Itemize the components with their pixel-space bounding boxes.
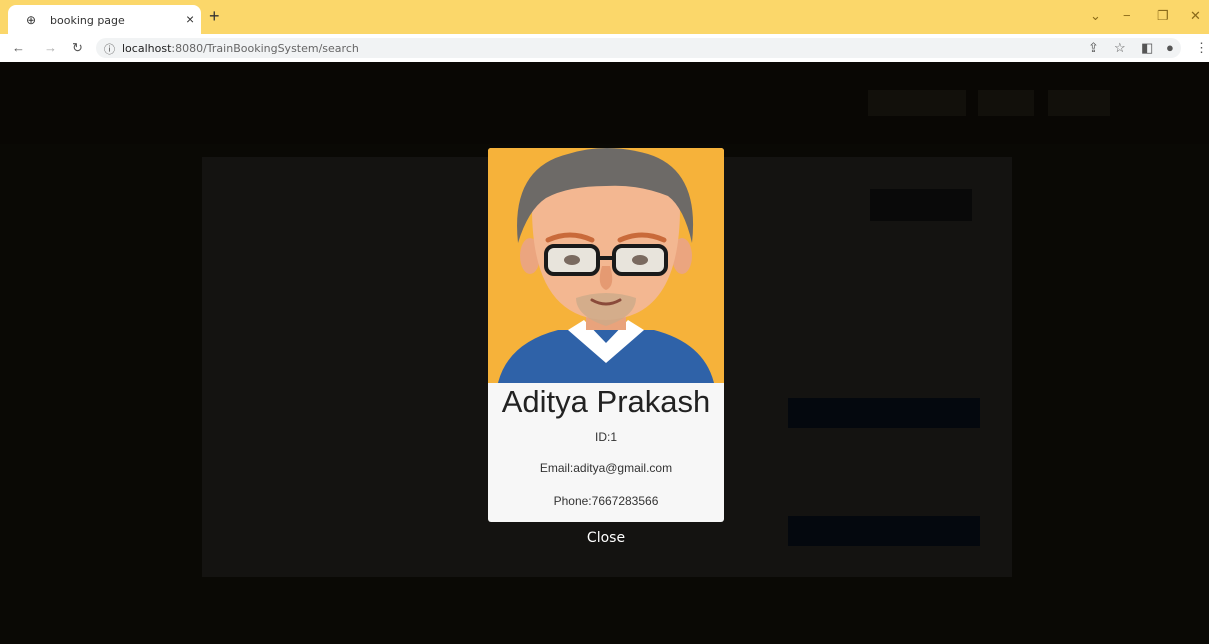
tab-search-icon[interactable]: ⌄: [1090, 8, 1101, 24]
url-path: :8080/TrainBookingSystem/search: [171, 42, 359, 55]
reload-icon[interactable]: ↻: [72, 40, 83, 56]
profile-avatar: [488, 148, 724, 383]
profile-phone: Phone:7667283566: [553, 494, 659, 508]
profile-name: Aditya Prakash: [501, 384, 711, 419]
restore-icon[interactable]: ❐: [1157, 8, 1169, 24]
tab-title: booking page: [50, 14, 125, 27]
profile-id: ID:1: [594, 430, 617, 444]
profile-card: Aditya Prakash ID:1 Email:aditya@gmail.c…: [488, 148, 724, 522]
close-button[interactable]: Close: [570, 530, 642, 546]
back-icon[interactable]: ←: [12, 40, 25, 55]
globe-icon: ⊕: [26, 13, 37, 27]
info-icon[interactable]: ⓘ: [104, 41, 115, 57]
menu-icon[interactable]: ⋮: [1195, 40, 1208, 56]
minimize-icon[interactable]: −: [1123, 8, 1131, 23]
forward-icon[interactable]: →: [44, 40, 57, 55]
profile-email: Email:aditya@gmail.com: [539, 461, 673, 475]
url-field[interactable]: ⓘ localhost:8080/TrainBookingSystem/sear…: [96, 38, 1181, 58]
address-bar-row: ← → ↻ ⓘ localhost:8080/TrainBookingSyste…: [0, 34, 1209, 63]
bookmark-star-icon[interactable]: ☆: [1114, 40, 1126, 56]
url-text: localhost:8080/TrainBookingSystem/search: [122, 42, 359, 55]
browser-tab[interactable]: ⊕ booking page ×: [8, 5, 201, 34]
share-icon[interactable]: ⇪: [1088, 40, 1099, 56]
new-tab-icon[interactable]: +: [209, 6, 220, 26]
tab-close-icon[interactable]: ×: [186, 11, 194, 27]
window-close-icon[interactable]: ✕: [1190, 8, 1201, 24]
browser-tab-bar: ⊕ booking page × + ⌄ − ❐ ✕: [0, 0, 1209, 34]
url-host: localhost: [122, 42, 172, 55]
profile-avatar-icon[interactable]: ●: [1166, 40, 1174, 55]
avatar-illustration: [488, 148, 724, 383]
side-panel-icon[interactable]: ◧: [1141, 40, 1153, 56]
page-viewport: Aditya Prakash ID:1 Email:aditya@gmail.c…: [0, 62, 1209, 644]
